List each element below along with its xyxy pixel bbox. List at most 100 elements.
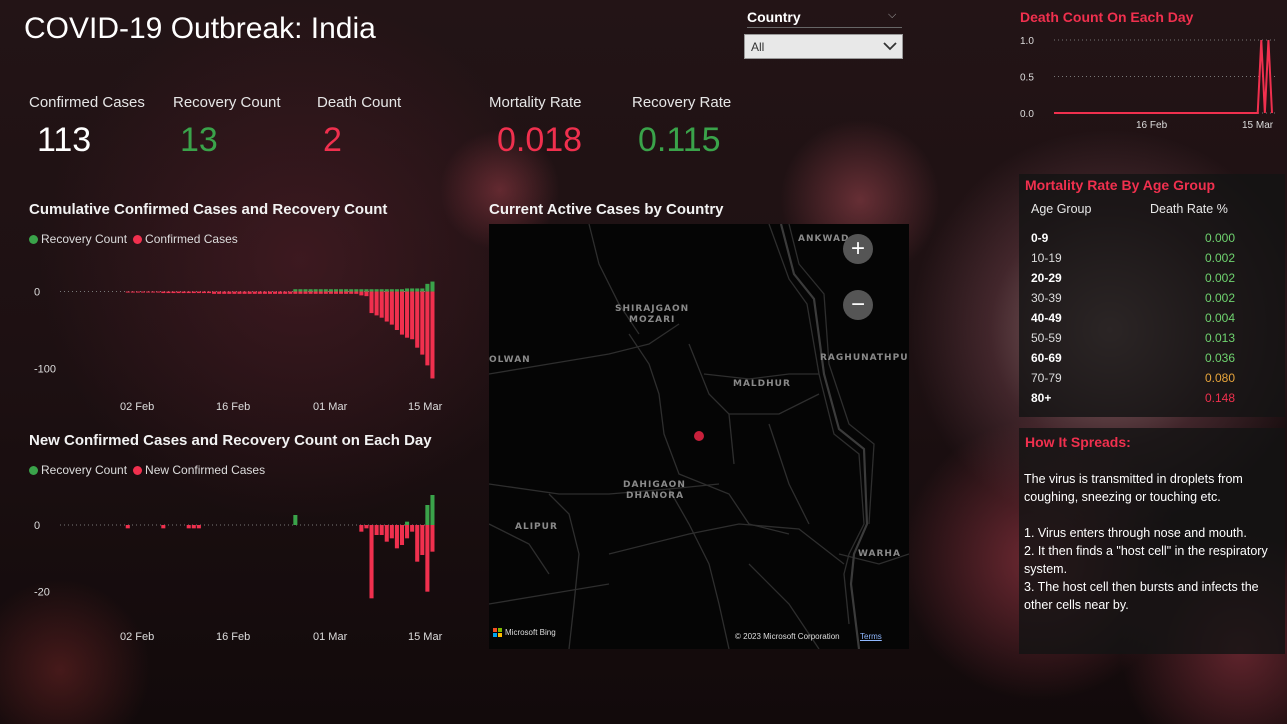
bar[interactable] bbox=[273, 291, 278, 294]
age-row[interactable]: 0-9 0.000 bbox=[1031, 228, 1235, 248]
bar[interactable] bbox=[217, 291, 222, 294]
bar[interactable] bbox=[420, 291, 425, 355]
bar[interactable] bbox=[379, 291, 384, 318]
age-row[interactable]: 60-69 0.036 bbox=[1031, 348, 1235, 368]
bar[interactable] bbox=[293, 289, 298, 292]
bar[interactable] bbox=[339, 289, 344, 292]
bar[interactable] bbox=[359, 291, 364, 296]
bar[interactable] bbox=[425, 525, 430, 592]
bar[interactable] bbox=[394, 289, 399, 292]
bar[interactable] bbox=[267, 291, 272, 294]
bar[interactable] bbox=[262, 291, 267, 294]
bar[interactable] bbox=[328, 291, 333, 294]
bar[interactable] bbox=[156, 291, 161, 293]
bar[interactable] bbox=[415, 525, 420, 562]
legend-item[interactable]: New Confirmed Cases bbox=[133, 463, 265, 477]
bar[interactable] bbox=[298, 291, 303, 294]
bar[interactable] bbox=[166, 291, 171, 294]
bar[interactable] bbox=[394, 525, 399, 549]
bar[interactable] bbox=[349, 289, 354, 292]
bar[interactable] bbox=[430, 281, 435, 292]
bar[interactable] bbox=[384, 289, 389, 292]
bar[interactable] bbox=[339, 291, 344, 294]
bar[interactable] bbox=[354, 291, 359, 294]
bar[interactable] bbox=[359, 525, 364, 532]
bar[interactable] bbox=[399, 291, 405, 335]
bar[interactable] bbox=[415, 291, 420, 348]
bar[interactable] bbox=[420, 288, 425, 292]
bar[interactable] bbox=[410, 288, 415, 292]
bar[interactable] bbox=[212, 291, 217, 294]
bar[interactable] bbox=[405, 291, 410, 338]
bar[interactable] bbox=[293, 515, 298, 525]
bar[interactable] bbox=[364, 291, 369, 297]
bar[interactable] bbox=[364, 525, 369, 529]
bar[interactable] bbox=[384, 291, 389, 322]
bar[interactable] bbox=[247, 291, 252, 294]
bar[interactable] bbox=[399, 525, 405, 545]
bar[interactable] bbox=[333, 289, 339, 292]
bar[interactable] bbox=[288, 291, 293, 294]
terms-link[interactable]: Terms bbox=[860, 632, 882, 641]
bar[interactable] bbox=[399, 289, 405, 292]
bar[interactable] bbox=[298, 289, 303, 292]
bar[interactable] bbox=[430, 495, 435, 525]
bar[interactable] bbox=[171, 291, 176, 294]
bar[interactable] bbox=[232, 291, 237, 294]
age-row[interactable]: 40-49 0.004 bbox=[1031, 308, 1235, 328]
bar[interactable] bbox=[308, 289, 313, 292]
slicer-chevron-icon[interactable]: ⌵ bbox=[888, 9, 896, 22]
bar[interactable] bbox=[303, 291, 308, 294]
bar[interactable] bbox=[181, 291, 186, 294]
bar[interactable] bbox=[369, 289, 374, 292]
bar[interactable] bbox=[125, 525, 130, 529]
bar[interactable] bbox=[425, 291, 430, 366]
bar[interactable] bbox=[293, 291, 298, 294]
bar[interactable] bbox=[389, 525, 394, 539]
bar[interactable] bbox=[227, 291, 232, 294]
age-row[interactable]: 80+ 0.148 bbox=[1031, 388, 1235, 408]
bar[interactable] bbox=[186, 525, 191, 529]
bar[interactable] bbox=[384, 525, 389, 542]
bar[interactable] bbox=[135, 291, 140, 293]
bar[interactable] bbox=[430, 525, 435, 552]
legend-item[interactable]: Recovery Count bbox=[29, 463, 127, 477]
zoom-out-button[interactable]: − bbox=[843, 290, 873, 320]
bar[interactable] bbox=[410, 291, 415, 340]
bar[interactable] bbox=[222, 291, 227, 294]
legend-item[interactable]: Recovery Count bbox=[29, 232, 127, 246]
bar[interactable] bbox=[359, 289, 364, 292]
age-row[interactable]: 30-39 0.002 bbox=[1031, 288, 1235, 308]
bar[interactable] bbox=[344, 291, 349, 294]
bar[interactable] bbox=[379, 289, 384, 292]
bar[interactable] bbox=[323, 291, 328, 294]
age-row[interactable]: 50-59 0.013 bbox=[1031, 328, 1235, 348]
bar[interactable] bbox=[206, 291, 212, 294]
country-dropdown[interactable]: All bbox=[744, 34, 903, 59]
bar[interactable] bbox=[308, 291, 313, 294]
bar[interactable] bbox=[410, 525, 415, 532]
bar[interactable] bbox=[405, 525, 410, 539]
zoom-in-button[interactable]: + bbox=[843, 234, 873, 264]
bar[interactable] bbox=[379, 525, 384, 535]
bar[interactable] bbox=[425, 505, 430, 525]
bar[interactable] bbox=[146, 291, 151, 293]
bar[interactable] bbox=[191, 525, 196, 529]
bar[interactable] bbox=[196, 291, 201, 294]
bar[interactable] bbox=[323, 289, 328, 292]
bar[interactable] bbox=[186, 291, 191, 294]
bar[interactable] bbox=[354, 289, 359, 292]
bar[interactable] bbox=[344, 289, 349, 292]
bar[interactable] bbox=[278, 291, 283, 294]
bar[interactable] bbox=[328, 289, 333, 292]
bar[interactable] bbox=[257, 291, 262, 294]
bar[interactable] bbox=[394, 291, 399, 330]
bar[interactable] bbox=[318, 291, 323, 294]
active-cases-map[interactable]: ANKWAD SHIRAJGAON MOZARI OLWAN RAGHUNATH… bbox=[489, 224, 909, 649]
bar[interactable] bbox=[252, 291, 257, 294]
bar[interactable] bbox=[151, 291, 156, 293]
bar[interactable] bbox=[405, 288, 410, 292]
bar[interactable] bbox=[415, 288, 420, 292]
bar[interactable] bbox=[313, 291, 318, 294]
bar[interactable] bbox=[374, 525, 379, 535]
